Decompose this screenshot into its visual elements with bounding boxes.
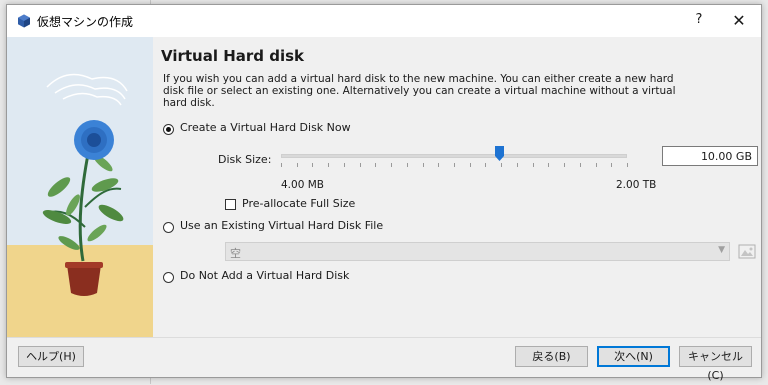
window-title: 仮想マシンの作成 bbox=[37, 15, 134, 29]
disk-size-label: Disk Size: bbox=[218, 153, 272, 166]
slider-tick bbox=[580, 163, 581, 167]
slider-min-label: 4.00 MB bbox=[281, 179, 324, 191]
radio-create-new[interactable] bbox=[163, 124, 174, 135]
slider-tick bbox=[501, 163, 502, 167]
choose-disk-file-icon bbox=[738, 244, 756, 259]
existing-disk-combo: 空 ▼ bbox=[225, 242, 730, 261]
radio-use-existing-label[interactable]: Use an Existing Virtual Hard Disk File bbox=[180, 219, 383, 232]
radio-no-disk-label[interactable]: Do Not Add a Virtual Hard Disk bbox=[180, 269, 349, 282]
slider-tick bbox=[517, 163, 518, 167]
help-button[interactable]: ヘルプ(H) bbox=[18, 346, 84, 367]
back-button[interactable]: 戻る(B) bbox=[515, 346, 588, 367]
wizard-page: Virtual Hard disk If you wish you can ad… bbox=[159, 37, 758, 337]
slider-tick bbox=[423, 163, 424, 167]
radio-create-new-label[interactable]: Create a Virtual Hard Disk Now bbox=[180, 121, 351, 134]
slider-tick bbox=[485, 163, 486, 167]
title-close-button[interactable]: ✕ bbox=[729, 12, 749, 30]
disk-size-slider-thumb[interactable] bbox=[495, 146, 504, 161]
slider-tick bbox=[548, 163, 549, 167]
slider-tick bbox=[533, 163, 534, 167]
preallocate-label[interactable]: Pre-allocate Full Size bbox=[242, 197, 355, 210]
title-bar: 仮想マシンの作成 ? ✕ bbox=[7, 5, 761, 37]
slider-tick bbox=[564, 163, 565, 167]
preallocate-checkbox[interactable] bbox=[225, 199, 236, 210]
slider-tick bbox=[360, 163, 361, 167]
slider-max-label: 2.00 TB bbox=[616, 179, 657, 191]
existing-disk-value: 空 bbox=[230, 247, 241, 260]
slider-tick bbox=[627, 163, 628, 167]
slider-tick bbox=[596, 163, 597, 167]
chevron-down-icon: ▼ bbox=[718, 245, 725, 255]
slider-tick bbox=[281, 163, 282, 167]
slider-tick bbox=[454, 163, 455, 167]
slider-tick bbox=[407, 163, 408, 167]
create-vm-dialog: 仮想マシンの作成 ? ✕ Virtual Hard disk If you wi… bbox=[6, 4, 762, 382]
slider-tick bbox=[391, 163, 392, 167]
slider-tick bbox=[328, 163, 329, 167]
flower-icon bbox=[74, 120, 114, 160]
footer-separator bbox=[7, 337, 761, 338]
slider-tick bbox=[611, 163, 612, 167]
slider-tick bbox=[375, 163, 376, 167]
slider-tick bbox=[344, 163, 345, 167]
page-heading: Virtual Hard disk bbox=[161, 47, 305, 65]
title-help-button[interactable]: ? bbox=[687, 12, 711, 30]
slider-tick bbox=[312, 163, 313, 167]
disk-size-input[interactable]: 10.00 GB bbox=[662, 146, 758, 166]
slider-tick bbox=[438, 163, 439, 167]
wizard-illustration bbox=[7, 37, 153, 337]
cancel-button[interactable]: キャンセル(C) bbox=[679, 346, 752, 382]
radio-no-disk[interactable] bbox=[163, 272, 174, 283]
virtualbox-app-icon bbox=[18, 14, 30, 28]
radio-use-existing[interactable] bbox=[163, 222, 174, 233]
page-description: If you wish you can add a virtual hard d… bbox=[163, 73, 676, 109]
disk-size-slider[interactable] bbox=[281, 154, 627, 158]
slider-tick bbox=[297, 163, 298, 167]
slider-tick bbox=[470, 163, 471, 167]
next-button[interactable]: 次へ(N) bbox=[597, 346, 670, 367]
